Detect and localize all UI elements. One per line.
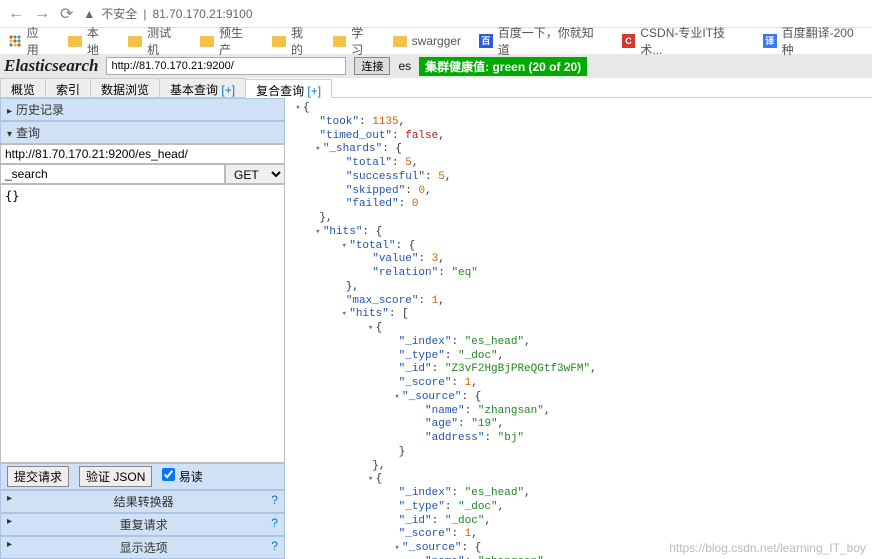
tab-label: 基本查询 <box>170 83 221 97</box>
help-icon[interactable]: ? <box>271 493 278 510</box>
cluster-name: es <box>398 59 411 73</box>
forward-icon[interactable]: → <box>34 5 50 23</box>
result-transformer-row[interactable]: 结果转换器? <box>0 490 285 513</box>
insecure-label: 不安全 <box>101 5 137 22</box>
option-label: 显示选项 <box>120 539 168 556</box>
repeat-request-row[interactable]: 重复请求? <box>0 513 285 536</box>
bookmark-label: swargger <box>412 34 461 48</box>
option-label: 重复请求 <box>120 516 168 533</box>
bookmark-csdn[interactable]: C CSDN-专业IT技术... <box>622 24 745 58</box>
pretty-checkbox-label[interactable]: 易读 <box>162 468 202 485</box>
bookmark-label: 学习 <box>351 24 375 58</box>
request-body-textarea[interactable] <box>0 184 285 463</box>
bookmark-label: 百度一下，你就知道 <box>498 24 604 58</box>
help-icon[interactable]: ? <box>271 516 278 533</box>
main-tabs: 概览 索引 数据浏览 基本查询 [+] 复合查询 [+] <box>0 78 872 98</box>
watermark: https://blog.csdn.net/learning_IT_boy <box>669 541 866 555</box>
action-row: 提交请求 验证 JSON 易读 <box>0 463 285 490</box>
bookmark-folder[interactable]: 我的 <box>272 24 314 58</box>
bookmark-label: 测试机 <box>147 24 182 58</box>
folder-icon <box>393 36 407 47</box>
result-viewer: ▾{ "took": 1135, "timed_out": false, ▾"_… <box>285 98 872 559</box>
main-content: 历史记录 查询 GET 提交请求 验证 JSON 易读 结果转换器? 重复请求?… <box>0 98 872 559</box>
tab-browse[interactable]: 数据浏览 <box>90 78 160 97</box>
help-icon[interactable]: ? <box>271 539 278 556</box>
cluster-health-badge: 集群健康值: green (20 of 20) <box>419 57 587 76</box>
bookmark-label: 预生产 <box>219 24 254 58</box>
option-label: 结果转换器 <box>114 493 174 510</box>
insecure-icon: ▲ <box>83 7 95 21</box>
bookmark-folder[interactable]: swargger <box>393 34 461 48</box>
history-panel-header[interactable]: 历史记录 <box>0 98 285 121</box>
tab-basic-query[interactable]: 基本查询 [+] <box>159 78 246 97</box>
folder-icon <box>200 36 214 47</box>
folder-icon <box>128 36 142 47</box>
apps-icon <box>8 34 22 48</box>
pretty-checkbox[interactable] <box>162 468 175 481</box>
tab-overview[interactable]: 概览 <box>0 78 46 97</box>
tab-composite-query[interactable]: 复合查询 [+] <box>245 79 332 98</box>
plus-icon: [+] <box>221 83 235 97</box>
elasticsearch-logo: Elasticsearch <box>4 56 98 76</box>
connect-button[interactable]: 连接 <box>354 57 390 75</box>
bookmark-fanyi[interactable]: 译百度翻译-200种 <box>763 24 864 58</box>
bookmark-label: 我的 <box>291 24 315 58</box>
folder-icon <box>68 36 82 47</box>
bookmark-bar: 应用 本地 测试机 预生产 我的 学习 swargger 百百度一下，你就知道 … <box>0 28 872 54</box>
back-icon[interactable]: ← <box>8 5 24 23</box>
base-url-input[interactable] <box>0 144 285 164</box>
bookmark-baidu[interactable]: 百百度一下，你就知道 <box>479 24 604 58</box>
method-select[interactable]: GET <box>225 164 285 184</box>
tab-indices[interactable]: 索引 <box>45 78 91 97</box>
tab-label: 复合查询 <box>256 84 307 98</box>
query-panel-header[interactable]: 查询 <box>0 121 285 144</box>
display-options-row[interactable]: 显示选项? <box>0 536 285 559</box>
bookmark-folder[interactable]: 预生产 <box>200 24 254 58</box>
baidu-icon: 百 <box>479 34 493 48</box>
plus-icon: [+] <box>307 84 321 98</box>
address-section[interactable]: ▲ 不安全 | 81.70.170.21:9100 <box>83 5 252 22</box>
translate-icon: 译 <box>763 34 777 48</box>
reload-icon[interactable]: ⟳ <box>60 4 73 24</box>
bookmark-label: CSDN-专业IT技术... <box>640 24 745 58</box>
bookmark-label: 本地 <box>87 24 111 58</box>
apps-button[interactable]: 应用 <box>8 24 50 58</box>
path-row: GET <box>0 164 285 184</box>
bookmark-folder[interactable]: 测试机 <box>128 24 182 58</box>
path-input[interactable] <box>0 164 225 184</box>
bookmark-folder[interactable]: 本地 <box>68 24 110 58</box>
url-text: 81.70.170.21:9100 <box>152 7 252 21</box>
bookmark-folder[interactable]: 学习 <box>333 24 375 58</box>
pretty-label: 易读 <box>179 470 203 484</box>
connection-url-input[interactable] <box>106 57 346 75</box>
separator: | <box>143 7 146 21</box>
bookmark-label: 百度翻译-200种 <box>782 24 864 58</box>
folder-icon <box>272 36 286 47</box>
folder-icon <box>333 36 347 47</box>
left-panel: 历史记录 查询 GET 提交请求 验证 JSON 易读 结果转换器? 重复请求?… <box>0 98 285 559</box>
validate-json-button[interactable]: 验证 JSON <box>79 466 152 487</box>
csdn-icon: C <box>622 34 636 48</box>
apps-label: 应用 <box>27 24 51 58</box>
submit-request-button[interactable]: 提交请求 <box>7 466 69 487</box>
